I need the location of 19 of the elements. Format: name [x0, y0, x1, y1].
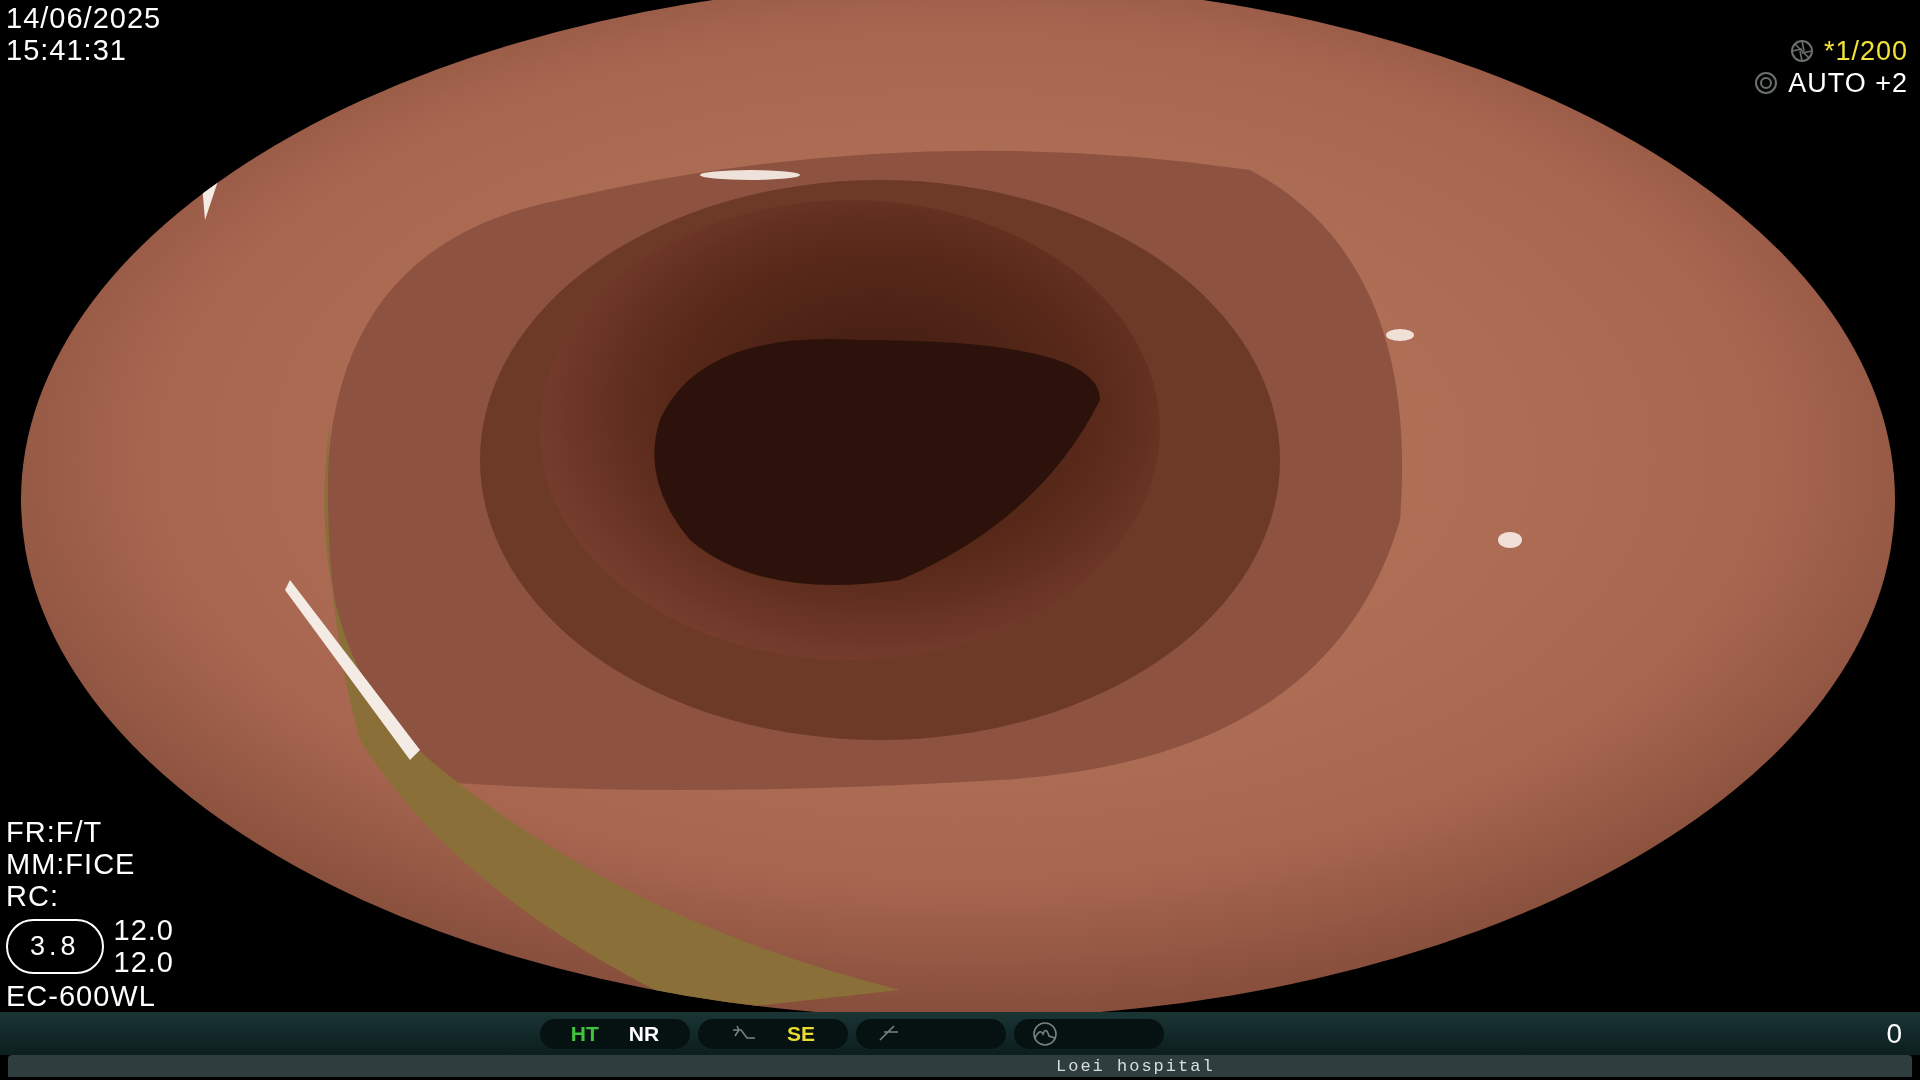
counter-text: 0	[1886, 1017, 1902, 1050]
zoom-value: 3.8	[6, 918, 104, 974]
aperture-icon	[1789, 39, 1814, 63]
mode-label: NR	[628, 1021, 660, 1046]
mode-label: SE	[787, 1021, 815, 1046]
time-text: 15:41:31	[6, 34, 128, 66]
info-text: MM:FICE	[6, 848, 137, 880]
reading-text: 12.0	[113, 946, 174, 978]
mode-label: HT	[570, 1021, 599, 1046]
iris-text: AUTO +2	[1788, 67, 1908, 99]
scope-model-text: EC-600WL	[6, 980, 157, 1012]
shutter-text: *1/200	[1823, 35, 1908, 67]
reading-text: 12.0	[113, 914, 174, 946]
date-text: 14/06/2025	[6, 2, 163, 34]
hospital-name: Loei hospital	[1056, 1056, 1215, 1076]
info-text: FR:F/T	[6, 816, 104, 848]
info-text: RC:	[6, 880, 60, 912]
peak-icon	[1032, 1021, 1058, 1046]
ring-icon	[1754, 71, 1779, 95]
